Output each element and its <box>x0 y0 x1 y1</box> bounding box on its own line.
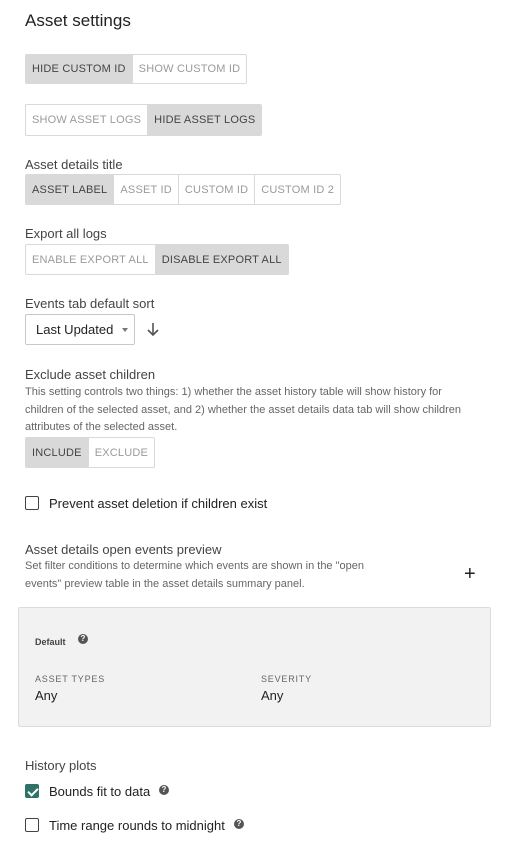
help-line: This setting controls two things: 1) whe… <box>25 386 442 398</box>
hide-custom-id-option[interactable]: HIDE CUSTOM ID <box>26 55 133 83</box>
exclude-option[interactable]: EXCLUDE <box>89 438 154 467</box>
help-line: children of the selected asset, and 2) w… <box>25 403 461 416</box>
events-sort-value: Last Updated <box>36 322 114 337</box>
include-option[interactable]: INCLUDE <box>26 438 89 467</box>
export-logs-toggle: ENABLE EXPORT ALL DISABLE EXPORT ALL <box>25 244 289 275</box>
custom-id-toggle: HIDE CUSTOM ID SHOW CUSTOM ID <box>25 54 248 84</box>
asset-id-option[interactable]: ASSET ID <box>114 175 179 204</box>
exclude-children-label: Exclude asset children <box>25 367 156 382</box>
severity-label: SEVERITY <box>261 674 312 684</box>
asset-details-title-toggle: ASSET LABEL ASSET ID CUSTOM ID CUSTOM ID… <box>25 174 342 205</box>
help-icon[interactable]: ? <box>78 634 88 644</box>
asset-types-value: Any <box>35 688 58 703</box>
asset-label-option[interactable]: ASSET LABEL <box>26 175 115 204</box>
asset-details-title-label: Asset details title <box>25 157 123 172</box>
severity-value: Any <box>261 688 284 703</box>
disable-export-all-option[interactable]: DISABLE EXPORT ALL <box>155 245 288 274</box>
exclude-children-toggle: INCLUDE EXCLUDE <box>25 437 156 468</box>
bounds-fit-label: Bounds fit to data <box>49 784 151 799</box>
history-plots-label: History plots <box>25 758 97 773</box>
show-asset-logs-option[interactable]: SHOW ASSET LOGS <box>26 105 149 135</box>
asset-types-label: ASSET TYPES <box>35 674 105 684</box>
exclude-children-help: This setting controls two things: 1) whe… <box>25 384 495 437</box>
help-icon[interactable]: ? <box>234 819 244 829</box>
bounds-fit-checkbox[interactable] <box>25 784 39 798</box>
help-icon[interactable]: ? <box>159 785 169 795</box>
open-events-label: Asset details open events preview <box>25 542 222 557</box>
help-line: Set filter conditions to determine which… <box>25 560 364 572</box>
prevent-deletion-label: Prevent asset deletion if children exist <box>49 496 268 511</box>
events-sort-select[interactable]: Last Updated <box>25 314 135 345</box>
rounds-midnight-checkbox[interactable] <box>25 818 39 832</box>
hide-asset-logs-option[interactable]: HIDE ASSET LOGS <box>148 105 262 135</box>
rounds-midnight-label: Time range rounds to midnight <box>49 818 225 833</box>
filter-card-title: Default <box>35 637 66 647</box>
enable-export-all-option[interactable]: ENABLE EXPORT ALL <box>26 245 156 274</box>
chevron-down-icon <box>122 328 128 332</box>
help-line: events" preview table in the asset detai… <box>25 577 305 590</box>
open-events-help: Set filter conditions to determine which… <box>25 558 425 593</box>
show-custom-id-option[interactable]: SHOW CUSTOM ID <box>133 55 247 83</box>
arrow-down-icon[interactable] <box>146 321 160 337</box>
export-logs-label: Export all logs <box>25 226 107 241</box>
page-title: Asset settings <box>25 11 131 30</box>
add-filter-icon[interactable]: + <box>464 564 476 584</box>
custom-id-2-option[interactable]: CUSTOM ID 2 <box>255 175 340 204</box>
filter-card-default[interactable]: Default ? ASSET TYPES Any SEVERITY Any <box>18 607 491 727</box>
events-sort-label: Events tab default sort <box>25 296 155 311</box>
prevent-deletion-checkbox[interactable] <box>25 496 39 510</box>
asset-logs-toggle: SHOW ASSET LOGS HIDE ASSET LOGS <box>25 104 263 136</box>
custom-id-option[interactable]: CUSTOM ID <box>179 175 256 204</box>
help-line: attributes of the selected asset. <box>25 421 178 433</box>
